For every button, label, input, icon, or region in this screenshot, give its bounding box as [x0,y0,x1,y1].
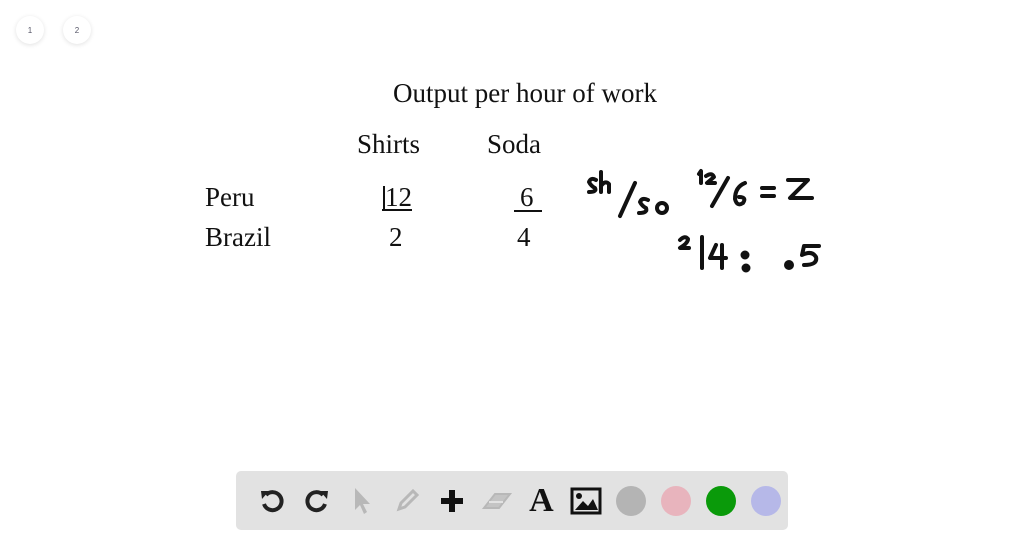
plus-icon [440,489,463,512]
text-tool-button[interactable]: A [519,481,564,521]
color-dot [705,485,736,516]
text-icon: A [529,481,554,519]
image-icon [570,487,602,514]
cursor-arrow-icon [355,487,371,514]
image-tool-button[interactable] [564,481,609,521]
color-swatch-lavender[interactable] [743,481,788,521]
select-tool-button[interactable] [340,481,385,521]
undo-icon [261,489,284,512]
color-swatch-gray[interactable] [609,481,654,521]
annotation-sh-so [587,170,669,218]
drawing-toolbar: A [236,471,788,530]
add-button[interactable] [429,481,474,521]
pencil-tool-button[interactable] [384,481,429,521]
color-dot [616,485,647,516]
redo-icon [305,489,329,512]
eraser-icon [481,492,512,509]
annotation-brazil-calc [678,235,821,273]
redo-button[interactable] [295,481,340,521]
color-dot [750,485,781,516]
color-dot [660,485,691,516]
undo-button[interactable] [250,481,295,521]
pencil-icon [396,488,420,511]
eraser-tool-button[interactable] [474,481,519,521]
annotation-peru-calc [697,169,814,208]
color-swatch-green[interactable] [698,481,743,521]
color-swatch-pink[interactable] [653,481,698,521]
handwritten-annotations [587,169,821,273]
